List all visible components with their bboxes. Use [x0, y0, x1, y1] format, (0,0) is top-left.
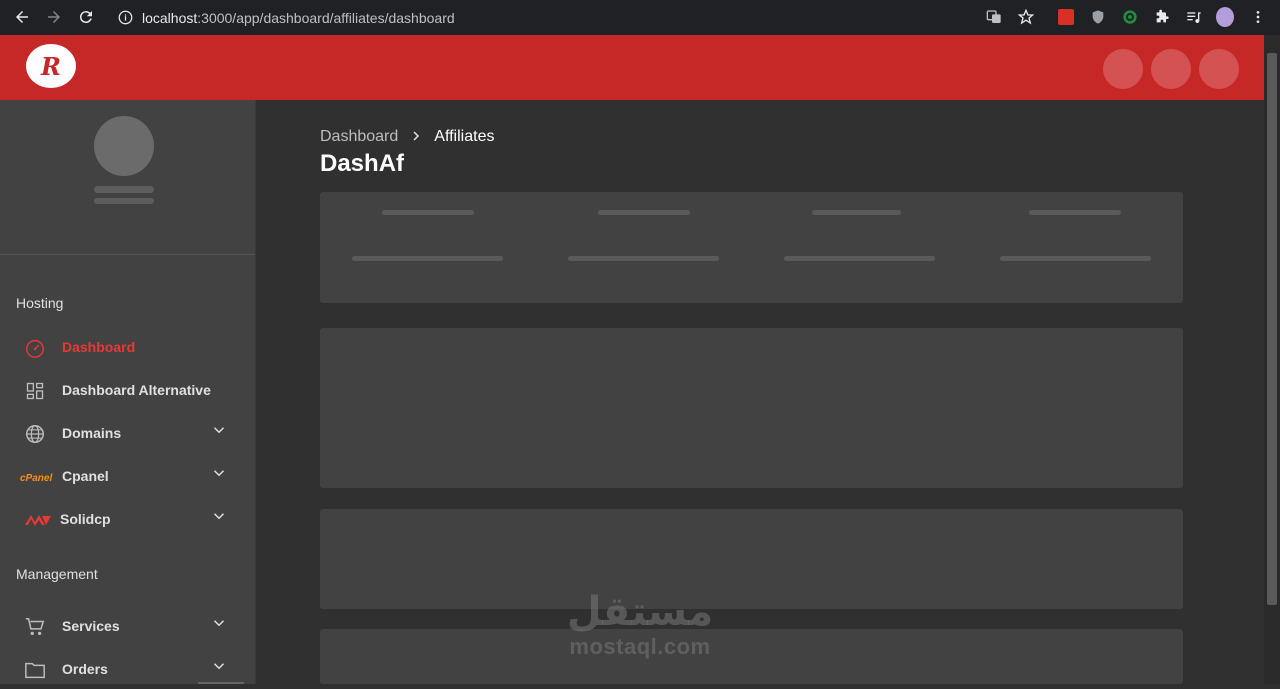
sidebar-item-label: Cpanel [62, 468, 109, 484]
grid-icon [24, 380, 46, 402]
kebab-menu-icon[interactable] [1249, 8, 1267, 26]
reload-icon [79, 11, 92, 24]
svg-text:cPanel: cPanel [20, 473, 52, 483]
skeleton-line [568, 256, 719, 261]
sidebar-item-domains[interactable]: Domains [0, 413, 255, 453]
sidebar-item-label: Services [62, 618, 120, 634]
url-text: localhost:3000/app/dashboard/affiliates/… [142, 10, 455, 26]
avatar [94, 116, 154, 176]
app-header: R [0, 35, 1264, 100]
skeleton-line [382, 210, 474, 215]
back-button[interactable] [11, 6, 33, 28]
chevron-down-icon[interactable] [210, 657, 228, 675]
chevron-down-icon[interactable] [210, 421, 228, 439]
breadcrumb-dashboard[interactable]: Dashboard [320, 128, 398, 146]
stats-skeleton-card [320, 192, 1183, 303]
skeleton-line [94, 186, 154, 193]
solidcp-logo-icon [24, 509, 52, 531]
puzzle-icon[interactable] [1153, 8, 1171, 26]
skeleton-line [784, 256, 935, 261]
skeleton-line [812, 210, 901, 215]
cart-icon [24, 616, 46, 638]
sidebar-item-dashboard-alternative[interactable]: Dashboard Alternative [0, 370, 255, 410]
address-bar[interactable]: localhost:3000/app/dashboard/affiliates/… [108, 3, 1044, 32]
chevron-right-icon [410, 129, 422, 145]
sidebar-item-label: Domains [62, 425, 122, 441]
skeleton-card [320, 328, 1183, 488]
section-title-hosting: Hosting [16, 295, 64, 311]
info-icon[interactable] [118, 10, 133, 30]
cpanel-logo-icon: cPanel [20, 466, 58, 488]
profile-avatar-icon[interactable] [1216, 7, 1234, 27]
forward-button[interactable] [43, 6, 65, 28]
skeleton-line [94, 198, 154, 204]
skeleton-card [320, 509, 1183, 609]
shield-extension-icon[interactable] [1089, 8, 1107, 26]
speedometer-icon [24, 337, 46, 359]
sidebar-item-services[interactable]: Services [0, 606, 255, 646]
sidebar-item-label: Dashboard [62, 339, 136, 355]
translate-icon[interactable] [985, 8, 1003, 26]
globe-icon [24, 423, 46, 445]
main-content: Dashboard Affiliates DashAf [257, 100, 1264, 684]
skeleton-line [1000, 256, 1151, 261]
sidebar-item-label: Solidcp [60, 511, 111, 527]
section-title-management: Management [16, 566, 98, 582]
breadcrumb-affiliates: Affiliates [434, 128, 495, 145]
page-scrollbar[interactable] [1264, 35, 1280, 684]
skeleton-line [598, 210, 690, 215]
app-logo[interactable]: R [26, 44, 76, 88]
media-queue-icon[interactable] [1185, 8, 1203, 26]
chevron-down-icon[interactable] [210, 614, 228, 632]
reload-button[interactable] [75, 6, 97, 28]
skeleton-line [352, 256, 503, 261]
target-extension-icon[interactable] [1121, 8, 1139, 26]
profile-skeleton [0, 100, 255, 255]
skeleton-card [320, 629, 1183, 684]
breadcrumb: Dashboard Affiliates [320, 128, 494, 146]
page-title: DashAf [320, 150, 405, 177]
arrow-right-icon [48, 11, 60, 23]
header-action-placeholder[interactable] [1199, 49, 1239, 89]
scrollbar-thumb[interactable] [1267, 53, 1277, 605]
header-action-placeholder[interactable] [1103, 49, 1143, 89]
chevron-down-icon[interactable] [210, 507, 228, 525]
sidebar-item-label: Orders [62, 661, 108, 677]
extension-red-icon[interactable] [1057, 8, 1075, 26]
chevron-down-icon[interactable] [210, 464, 228, 482]
sidebar-item-solidcp[interactable]: Solidcp [0, 499, 255, 539]
browser-toolbar: localhost:3000/app/dashboard/affiliates/… [0, 0, 1280, 35]
sidebar-item-label: Dashboard Alternative [62, 382, 211, 398]
skeleton-line [1029, 210, 1121, 215]
sidebar-item-dashboard[interactable]: Dashboard [0, 327, 255, 367]
arrow-left-icon [16, 11, 28, 23]
header-action-placeholder[interactable] [1151, 49, 1191, 89]
bookmark-star-icon[interactable] [1017, 8, 1035, 26]
sidebar: Hosting Dashboard Dashboard Alternative … [0, 100, 256, 684]
folder-icon [24, 659, 46, 681]
sidebar-item-cpanel[interactable]: cPanel Cpanel [0, 456, 255, 496]
